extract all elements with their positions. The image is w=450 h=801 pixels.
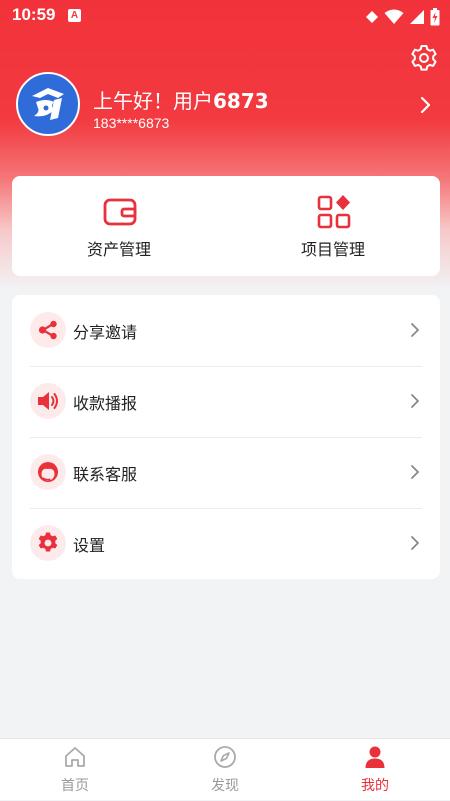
menu-item-label: 收款播报 bbox=[73, 394, 138, 413]
compass-icon bbox=[214, 746, 236, 768]
phone-number: 183****6873 bbox=[93, 115, 170, 131]
status-icons bbox=[365, 6, 440, 26]
avatar bbox=[16, 72, 80, 136]
chevron-right-icon bbox=[420, 96, 431, 114]
menu-item-customer-service[interactable]: 联系客服 bbox=[12, 437, 440, 508]
tab-label: 我的 bbox=[361, 778, 389, 794]
tab-mine[interactable]: 我的 bbox=[300, 739, 450, 801]
chevron-right-icon bbox=[411, 323, 419, 337]
menu-item-label: 分享邀请 bbox=[73, 323, 138, 342]
status-time: 10:59 bbox=[12, 5, 56, 24]
bottom-tab-bar: 首页 发现 我的 bbox=[0, 738, 450, 800]
menu-card: 分享邀请 收款播报 联系客服 设置 bbox=[12, 295, 440, 579]
tab-home[interactable]: 首页 bbox=[0, 739, 150, 801]
cell-signal-icon bbox=[409, 9, 424, 24]
tab-label: 首页 bbox=[61, 778, 89, 794]
battery-icon bbox=[430, 7, 440, 25]
home-icon bbox=[65, 747, 85, 767]
chevron-right-icon bbox=[411, 536, 419, 550]
notification-icon: A bbox=[68, 9, 81, 22]
status-bar: 10:59 A bbox=[0, 0, 450, 32]
menu-item-payment-broadcast[interactable]: 收款播报 bbox=[12, 366, 440, 437]
wallet-icon bbox=[103, 198, 137, 226]
greeting-text: 上午好！用户6873 bbox=[93, 89, 269, 113]
asset-management-button[interactable]: 资产管理 bbox=[12, 176, 226, 276]
avatar-logo-icon bbox=[32, 88, 64, 120]
menu-item-label: 联系客服 bbox=[73, 465, 138, 484]
menu-item-settings[interactable]: 设置 bbox=[12, 508, 440, 579]
user-icon bbox=[365, 746, 385, 768]
chevron-right-icon bbox=[411, 394, 419, 408]
project-management-button[interactable]: 项目管理 bbox=[226, 176, 440, 276]
project-management-label: 项目管理 bbox=[300, 240, 365, 259]
assets-card: 资产管理 项目管理 bbox=[12, 176, 440, 276]
gear-icon bbox=[411, 45, 437, 71]
tab-label: 发现 bbox=[211, 778, 239, 794]
settings-gear-button[interactable] bbox=[409, 43, 439, 73]
share-icon bbox=[38, 320, 57, 340]
wifi-icon bbox=[384, 9, 404, 24]
speaker-icon bbox=[38, 392, 58, 410]
asset-management-label: 资产管理 bbox=[86, 240, 151, 259]
menu-item-label: 设置 bbox=[73, 536, 106, 555]
username-number: 6873 bbox=[213, 89, 269, 113]
tab-discover[interactable]: 发现 bbox=[150, 739, 300, 801]
user-profile[interactable]: 上午好！用户6873 183****6873 bbox=[16, 72, 440, 138]
menu-item-share-invite[interactable]: 分享邀请 bbox=[12, 295, 440, 366]
gear-icon bbox=[38, 532, 58, 552]
customer-service-icon bbox=[38, 462, 58, 482]
signal-diamond-icon bbox=[365, 10, 378, 23]
chevron-right-icon bbox=[411, 465, 419, 479]
grid-diamond-icon bbox=[317, 195, 351, 229]
